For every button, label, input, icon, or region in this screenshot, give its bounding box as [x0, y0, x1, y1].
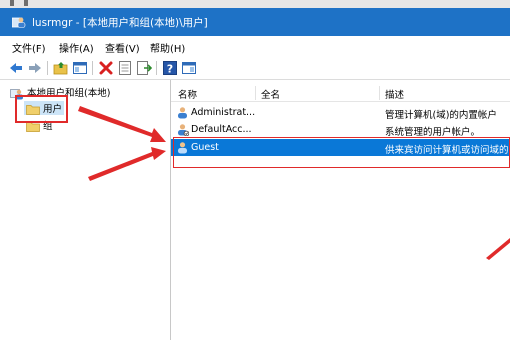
user-disabled-icon: [178, 124, 189, 136]
menu-file[interactable]: 文件(F): [12, 40, 46, 55]
users-app-icon: [12, 17, 26, 28]
export-list-icon[interactable]: [136, 60, 152, 76]
table-row[interactable]: DefaultAcc... 系统管理的用户帐户。: [171, 121, 510, 138]
delete-icon[interactable]: [98, 60, 114, 76]
column-header-name[interactable]: 名称: [178, 87, 197, 101]
show-hide-tree-icon[interactable]: [72, 60, 88, 76]
toolbar-separator: [47, 61, 48, 75]
window-title: lusrmgr - [本地用户和组(本地)\用户]: [32, 17, 208, 29]
column-divider[interactable]: [379, 86, 380, 100]
back-arrow-icon[interactable]: [8, 60, 24, 76]
screen-top-strip: [0, 0, 510, 8]
highlight-box-users: [15, 95, 68, 123]
user-icon: [178, 107, 187, 119]
cell-description: 系统管理的用户帐户。: [385, 127, 481, 138]
toolbar-separator: [156, 61, 157, 75]
cell-name: DefaultAcc...: [191, 124, 252, 135]
top-strip-mark: [24, 0, 28, 6]
column-divider[interactable]: [255, 86, 256, 100]
column-header-fullname[interactable]: 全名: [261, 87, 280, 101]
help-icon[interactable]: ?: [162, 60, 178, 76]
column-header-description[interactable]: 描述: [385, 87, 404, 101]
forward-arrow-icon[interactable]: [27, 60, 43, 76]
menu-view[interactable]: 查看(V): [105, 40, 140, 55]
cell-description: 管理计算机(域)的内置帐户: [385, 110, 497, 121]
list-header: 名称 全名 描述: [171, 84, 510, 102]
properties-icon[interactable]: [117, 60, 133, 76]
svg-text:?: ?: [167, 63, 173, 76]
menu-help[interactable]: 帮助(H): [150, 40, 185, 55]
toolbar-separator: [92, 61, 93, 75]
title-bar: lusrmgr - [本地用户和组(本地)\用户]: [0, 8, 510, 36]
list-pane: 名称 全名 描述 Administrat... 管理计算机(域)的内置帐户 De…: [171, 80, 510, 340]
top-strip-mark: [10, 0, 14, 6]
menu-action[interactable]: 操作(A): [59, 40, 94, 55]
toolbar: ?: [0, 56, 510, 80]
menu-bar: 文件(F) 操作(A) 查看(V) 帮助(H): [0, 36, 510, 56]
table-row[interactable]: Administrat... 管理计算机(域)的内置帐户: [171, 104, 510, 121]
highlight-box-guest: [173, 137, 510, 168]
show-action-pane-icon[interactable]: [181, 60, 197, 76]
cell-name: Administrat...: [191, 107, 255, 118]
folder-up-icon[interactable]: [53, 60, 69, 76]
